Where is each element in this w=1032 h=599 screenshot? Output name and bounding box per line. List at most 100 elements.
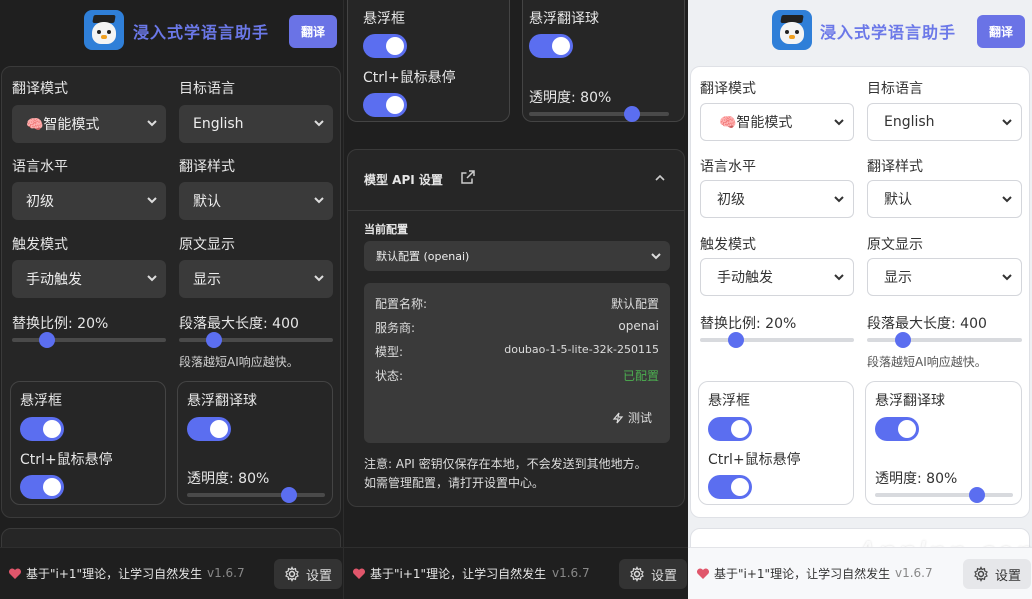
max-length-slider[interactable] xyxy=(179,332,333,348)
panel-light-main: 浸入式学语言助手 翻译 翻译模式 🧠智能模式 目标语言 English 语言水平… xyxy=(688,0,1032,599)
floating-ball-toggle[interactable] xyxy=(875,417,919,441)
chevron-down-icon xyxy=(313,272,325,284)
target-language-select[interactable]: English xyxy=(179,105,333,143)
target-language-value: English xyxy=(884,114,935,130)
floating-box-label: 悬浮框 xyxy=(708,393,750,409)
original-display-value: 显示 xyxy=(884,270,912,286)
floating-ball-card: 悬浮翻译球 透明度: 80% xyxy=(522,0,685,122)
original-display-value: 显示 xyxy=(193,272,221,288)
target-language-label: 目标语言 xyxy=(179,81,235,97)
settings-label: 设置 xyxy=(651,568,678,584)
settings-card: 翻译模式 🧠智能模式 目标语言 English 语言水平 初级 翻译样式 默认 … xyxy=(690,66,1030,518)
opacity-slider[interactable] xyxy=(187,487,325,503)
translate-button[interactable]: 翻译 xyxy=(977,15,1025,48)
chevron-down-icon xyxy=(1001,116,1013,128)
api-settings-title: 模型 API 设置 xyxy=(364,173,443,187)
heart-icon xyxy=(696,568,710,580)
header: 浸入式学语言助手 翻译 xyxy=(0,0,343,62)
translate-style-value: 默认 xyxy=(193,194,221,210)
external-link-icon[interactable] xyxy=(460,169,476,185)
current-config-label: 当前配置 xyxy=(364,223,408,236)
target-language-select[interactable]: English xyxy=(867,103,1022,141)
language-level-select[interactable]: 初级 xyxy=(12,182,166,220)
replace-ratio-slider[interactable] xyxy=(700,332,854,348)
settings-label: 设置 xyxy=(306,568,333,584)
language-level-select[interactable]: 初级 xyxy=(700,180,854,218)
language-level-value: 初级 xyxy=(26,194,54,210)
settings-button[interactable]: 设置 xyxy=(274,559,343,589)
opacity-slider[interactable] xyxy=(529,106,669,122)
floating-box-card: 悬浮框 Ctrl+鼠标悬停 xyxy=(10,381,166,505)
gear-icon xyxy=(630,566,644,582)
floating-box-toggle[interactable] xyxy=(708,417,752,441)
chevron-down-icon xyxy=(833,193,845,205)
api-settings-card: 模型 API 设置 当前配置 默认配置 (openai) 配置名称: 默认配置 … xyxy=(347,149,685,507)
floating-box-toggle[interactable] xyxy=(363,34,407,58)
trigger-mode-label: 触发模式 xyxy=(12,237,68,253)
translate-button[interactable]: 翻译 xyxy=(289,15,337,48)
opacity-label: 透明度: 80% xyxy=(187,471,270,487)
opacity-label: 透明度: 80% xyxy=(875,471,958,487)
max-length-hint: 段落越短AI响应越快。 xyxy=(179,355,299,369)
chevron-up-icon[interactable] xyxy=(654,172,666,184)
max-length-hint: 段落越短AI响应越快。 xyxy=(867,355,987,369)
trigger-mode-label: 触发模式 xyxy=(700,237,756,253)
chevron-down-icon xyxy=(650,250,662,262)
target-language-label: 目标语言 xyxy=(867,81,923,97)
opacity-slider[interactable] xyxy=(875,487,1013,503)
settings-card: 翻译模式 🧠智能模式 目标语言 English 语言水平 初级 翻译样式 默认 … xyxy=(1,66,341,518)
chevron-down-icon xyxy=(1001,193,1013,205)
ctrl-hover-label: Ctrl+鼠标悬停 xyxy=(363,70,456,86)
trigger-mode-select[interactable]: 手动触发 xyxy=(700,258,854,296)
opacity-label: 透明度: 80% xyxy=(529,90,612,106)
replace-ratio-slider[interactable] xyxy=(12,332,166,348)
max-length-slider[interactable] xyxy=(867,332,1022,348)
panel-dark-main: 浸入式学语言助手 翻译 翻译模式 🧠智能模式 目标语言 English 语言水平… xyxy=(0,0,343,599)
header: 浸入式学语言助手 翻译 xyxy=(688,0,1032,62)
ctrl-hover-toggle[interactable] xyxy=(363,93,407,117)
max-length-label: 段落最大长度: 400 xyxy=(867,316,987,332)
floating-ball-toggle[interactable] xyxy=(529,34,573,58)
info-key: 服务商: xyxy=(375,321,416,335)
footer: 基于"i+1"理论，让学习自然发生 v1.6.7 设置 xyxy=(688,547,1032,599)
trigger-mode-value: 手动触发 xyxy=(717,270,773,286)
floating-box-toggle[interactable] xyxy=(20,417,64,441)
original-display-label: 原文显示 xyxy=(179,237,235,253)
translate-style-label: 翻译样式 xyxy=(179,159,235,175)
original-display-select[interactable]: 显示 xyxy=(867,258,1022,296)
translate-mode-select[interactable]: 🧠智能模式 xyxy=(700,103,854,141)
api-note-line1: 注意: API 密钥仅保存在本地，不会发送到其他地方。 xyxy=(364,457,647,471)
panel-dark-api: 悬浮框 Ctrl+鼠标悬停 悬浮翻译球 透明度: 80% 模型 API 设置 当… xyxy=(343,0,688,599)
floating-ball-toggle[interactable] xyxy=(187,417,231,441)
footer: 基于"i+1"理论，让学习自然发生 v1.6.7 设置 xyxy=(0,547,343,599)
ctrl-hover-toggle[interactable] xyxy=(708,475,752,499)
target-language-value: English xyxy=(193,116,244,132)
translate-style-select[interactable]: 默认 xyxy=(179,182,333,220)
test-button[interactable]: 测试 xyxy=(612,409,652,426)
translate-mode-value: 🧠智能模式 xyxy=(719,115,793,131)
current-config-select[interactable]: 默认配置 (openai) xyxy=(364,241,670,271)
chevron-down-icon xyxy=(833,271,845,283)
app-title: 浸入式学语言助手 xyxy=(133,23,270,42)
app-logo-icon xyxy=(772,10,812,50)
footer-slogan: 基于"i+1"理论，让学习自然发生 xyxy=(26,567,203,581)
ctrl-hover-toggle[interactable] xyxy=(20,475,64,499)
lightning-icon xyxy=(612,412,624,423)
info-value: 默认配置 xyxy=(610,297,659,311)
footer-slogan: 基于"i+1"理论，让学习自然发生 xyxy=(370,567,547,581)
settings-button[interactable]: 设置 xyxy=(963,559,1032,589)
chevron-down-icon xyxy=(1001,271,1013,283)
trigger-mode-select[interactable]: 手动触发 xyxy=(12,260,166,298)
chevron-down-icon xyxy=(313,194,325,206)
settings-button[interactable]: 设置 xyxy=(619,559,688,589)
translate-mode-select[interactable]: 🧠智能模式 xyxy=(12,105,166,143)
heart-icon xyxy=(8,568,22,580)
translate-style-select[interactable]: 默认 xyxy=(867,180,1022,218)
config-info-box: 配置名称: 默认配置 服务商: openai 模型: doubao-1-5-li… xyxy=(364,283,670,443)
chevron-down-icon xyxy=(313,117,325,129)
info-row-name: 配置名称: 默认配置 xyxy=(375,295,659,311)
original-display-select[interactable]: 显示 xyxy=(179,260,333,298)
max-length-label: 段落最大长度: 400 xyxy=(179,316,299,332)
version-label: v1.6.7 xyxy=(207,566,245,580)
info-value: openai xyxy=(618,319,659,333)
